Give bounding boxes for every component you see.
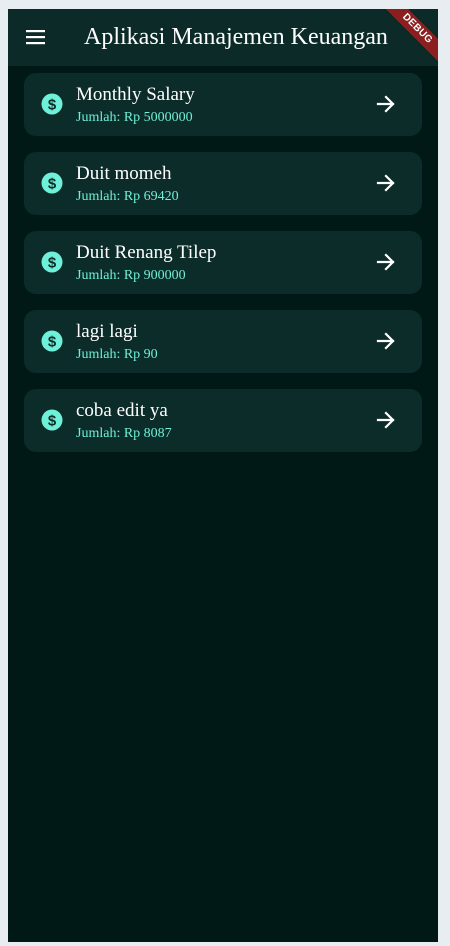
list-item[interactable]: $ lagi lagi Jumlah: Rp 90	[24, 310, 422, 373]
item-amount: Jumlah: Rp 5000000	[76, 110, 193, 125]
item-title: Duit Renang Tilep	[76, 242, 217, 263]
item-title: Duit momeh	[76, 163, 172, 184]
svg-text:$: $	[48, 97, 57, 114]
dollar-coin-icon: $	[41, 409, 63, 431]
item-title: lagi lagi	[76, 321, 138, 342]
page-title: Aplikasi Manajemen Keuangan	[84, 24, 388, 50]
arrow-right-icon[interactable]	[376, 331, 396, 351]
item-title: Monthly Salary	[76, 84, 195, 105]
list-item[interactable]: $ Duit Renang Tilep Jumlah: Rp 900000	[24, 231, 422, 294]
arrow-right-icon[interactable]	[376, 94, 396, 114]
item-amount: Jumlah: Rp 900000	[76, 268, 186, 283]
list-item[interactable]: $ coba edit ya Jumlah: Rp 8087	[24, 389, 422, 452]
arrow-right-icon[interactable]	[376, 252, 396, 272]
dollar-coin-icon: $	[41, 93, 63, 115]
item-amount: Jumlah: Rp 69420	[76, 189, 179, 204]
app-bar: Aplikasi Manajemen Keuangan	[8, 9, 438, 66]
item-amount: Jumlah: Rp 8087	[76, 426, 172, 441]
app-screen: Aplikasi Manajemen Keuangan DEBUG $ Mont…	[8, 9, 438, 942]
item-title: coba edit ya	[76, 400, 168, 421]
svg-text:$: $	[48, 334, 57, 351]
dollar-coin-icon: $	[41, 251, 63, 273]
transaction-list: $ Monthly Salary Jumlah: Rp 5000000 $ Du…	[24, 73, 422, 468]
arrow-right-icon[interactable]	[376, 173, 396, 193]
list-item[interactable]: $ Duit momeh Jumlah: Rp 69420	[24, 152, 422, 215]
item-amount: Jumlah: Rp 90	[76, 347, 158, 362]
svg-text:$: $	[48, 176, 57, 193]
svg-text:$: $	[48, 413, 57, 430]
dollar-coin-icon: $	[41, 172, 63, 194]
menu-icon[interactable]	[22, 23, 50, 51]
dollar-coin-icon: $	[41, 330, 63, 352]
list-item[interactable]: $ Monthly Salary Jumlah: Rp 5000000	[24, 73, 422, 136]
arrow-right-icon[interactable]	[376, 410, 396, 430]
svg-text:$: $	[48, 255, 57, 272]
